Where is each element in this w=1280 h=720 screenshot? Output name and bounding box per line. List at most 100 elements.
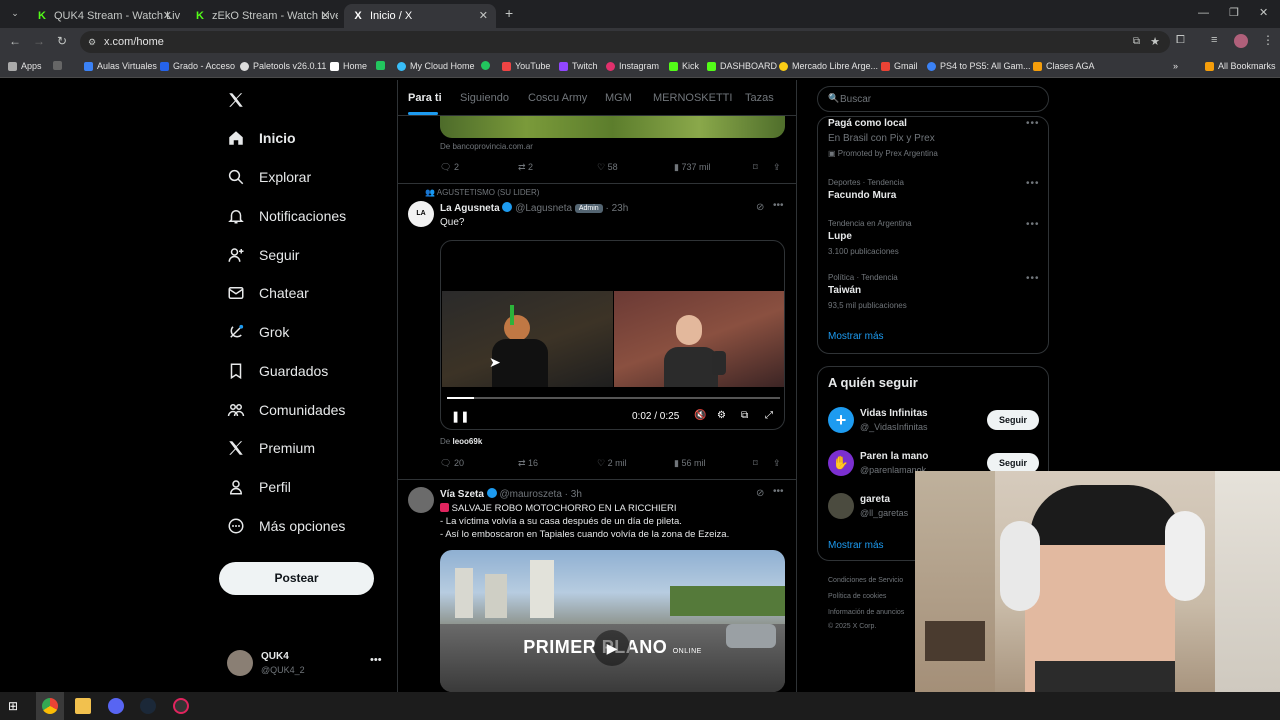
sidebar-item-notificaciones[interactable]: Notificaciones <box>227 207 346 225</box>
views-button[interactable]: ▮ 737 mil <box>674 162 710 173</box>
author-name[interactable]: Vía Szeta <box>440 489 484 500</box>
suggest-name[interactable]: Paren la mano <box>860 451 928 462</box>
trend-title[interactable]: Taiwán <box>828 285 861 296</box>
tweet-time[interactable]: 23h <box>612 203 629 214</box>
tweet-avatar[interactable] <box>408 487 434 513</box>
bookmark-mycloud[interactable]: My Cloud Home <box>397 61 475 71</box>
window-close-icon[interactable]: ✕ <box>1259 6 1268 19</box>
close-icon[interactable]: ✕ <box>479 9 488 22</box>
sidebar-item-más-opciones[interactable]: Más opciones <box>227 517 345 535</box>
footer-ads-info[interactable]: Información de anuncios <box>828 609 904 616</box>
promo-title[interactable]: Pagá como local <box>828 118 907 129</box>
bookmark-whatsapp[interactable] <box>481 61 494 70</box>
sidebar-item-premium[interactable]: Premium <box>227 439 315 457</box>
bookmark-icon[interactable]: ⌑ <box>753 458 758 469</box>
tab-zeko[interactable]: K zEkO Stream - Watch Live on K ✕ <box>186 4 338 28</box>
suggest-name[interactable]: Vidas Infinitas <box>860 408 928 419</box>
like-button[interactable]: ♡ 58 <box>597 162 618 173</box>
obs-icon[interactable] <box>173 698 189 714</box>
star-icon[interactable]: ★ <box>1150 31 1160 53</box>
video-progress-track[interactable] <box>447 397 780 399</box>
plus-avatar-icon[interactable]: + <box>828 407 854 433</box>
pause-icon[interactable]: ❚❚ <box>451 410 469 423</box>
author-handle[interactable]: @mauroszeta <box>499 489 561 500</box>
bookmark-ps4[interactable]: PS4 to PS5: All Gam... <box>927 61 1031 71</box>
sidebar-item-explorar[interactable]: Explorar <box>227 168 311 186</box>
sidebar-item-grok[interactable]: Grok <box>227 323 289 341</box>
bookmark-home[interactable]: Home <box>330 61 367 71</box>
video-player[interactable]: ❚❚ 0:02 / 0:25 🔇 ⚙ ⧉ ⤢ <box>440 240 785 430</box>
more-icon[interactable]: ••• <box>773 486 784 497</box>
play-icon[interactable]: ▶ <box>594 630 630 666</box>
follow-button[interactable]: Seguir <box>987 410 1039 430</box>
more-icon[interactable]: ••• <box>1026 118 1040 129</box>
author-handle[interactable]: @Lagusneta <box>515 203 572 214</box>
bookmark-twitch[interactable]: Twitch <box>559 61 598 71</box>
suggest-avatar[interactable] <box>828 493 854 519</box>
tweet-image[interactable] <box>440 116 785 138</box>
profile-avatar[interactable] <box>1234 34 1248 48</box>
tab-search-icon[interactable]: ⌄ <box>8 8 22 22</box>
trend-title[interactable]: Facundo Mura <box>828 190 896 201</box>
sidebar-item-perfil[interactable]: Perfil <box>227 478 291 496</box>
fullscreen-icon[interactable]: ⤢ <box>765 410 773 421</box>
author-name[interactable]: La Agusneta <box>440 203 500 214</box>
search-box[interactable]: 🔍 Buscar <box>817 86 1049 112</box>
reply-button[interactable]: 🗨 2 <box>440 162 459 173</box>
sidebar-item-comunidades[interactable]: Comunidades <box>227 401 345 419</box>
more-icon[interactable]: ••• <box>1026 178 1040 189</box>
restore-icon[interactable]: ❐ <box>1229 6 1239 19</box>
sidebar-item-inicio[interactable]: Inicio <box>227 129 296 147</box>
bookmark-grid[interactable] <box>53 61 66 70</box>
bookmark-grado[interactable]: Grado - Acceso <box>160 61 235 71</box>
sidebar-item-guardados[interactable]: Guardados <box>227 362 328 380</box>
follow-button[interactable]: Seguir <box>987 453 1039 473</box>
grok-icon[interactable]: ⊘ <box>756 202 764 213</box>
source-user[interactable]: leoo69k <box>452 437 482 446</box>
reload-icon[interactable]: ↻ <box>57 34 67 48</box>
repost-button[interactable]: ⇄ 2 <box>518 162 533 173</box>
pip-icon[interactable]: ⧉ <box>741 410 748 421</box>
mute-icon[interactable]: 🔇 <box>694 410 706 421</box>
windows-start-icon[interactable]: ⊞ <box>8 698 24 714</box>
sidebar-item-seguir[interactable]: Seguir <box>227 246 299 264</box>
tab-para-ti[interactable]: Para ti <box>408 92 442 104</box>
steam-icon[interactable] <box>140 698 156 714</box>
bookmark-evernote[interactable] <box>376 61 389 70</box>
minimize-icon[interactable]: — <box>1198 7 1209 19</box>
tweet-source[interactable]: De bancoprovincia.com.ar <box>440 142 533 151</box>
bookmark-mercadolibre[interactable]: Mercado Libre Arge... <box>779 61 878 71</box>
close-icon[interactable]: ✕ <box>321 9 330 22</box>
new-tab-button[interactable]: + <box>505 5 513 21</box>
footer-terms[interactable]: Condiciones de Servicio <box>828 577 903 584</box>
site-info-icon[interactable]: ⚙ <box>88 31 96 53</box>
hand-avatar-icon[interactable]: ✋ <box>828 450 854 476</box>
extensions-icon[interactable]: ⧠ <box>1176 34 1185 47</box>
repost-button[interactable]: ⇄ 16 <box>518 458 538 469</box>
tab-coscu-army[interactable]: Coscu Army <box>528 92 587 104</box>
bookmark-dashboard[interactable]: DASHBOARD <box>707 61 777 71</box>
share-icon[interactable]: ⇪ <box>773 162 781 173</box>
show-more-follow[interactable]: Mostrar más <box>828 540 884 551</box>
reply-button[interactable]: 🗨 20 <box>440 458 464 469</box>
discord-icon[interactable] <box>108 698 124 714</box>
trend-title[interactable]: Lupe <box>828 231 852 242</box>
all-bookmarks[interactable]: All Bookmarks <box>1205 61 1276 71</box>
bookmark-icon[interactable]: ⌑ <box>753 162 758 173</box>
close-icon[interactable]: ✕ <box>163 9 172 22</box>
bookmark-youtube[interactable]: YouTube <box>502 61 550 71</box>
sidebar-item-chatear[interactable]: Chatear <box>227 284 309 302</box>
bookmark-aulas[interactable]: Aulas Virtuales <box>84 61 157 71</box>
account-more-icon[interactable]: ••• <box>370 654 382 666</box>
tab-mernosketti[interactable]: MERNOSKETTI <box>653 92 732 104</box>
like-button[interactable]: ♡ 2 mil <box>597 458 627 469</box>
grok-icon[interactable]: ⊘ <box>756 488 764 499</box>
tab-inicio-x[interactable]: X Inicio / X ✕ <box>344 4 496 28</box>
account-avatar[interactable] <box>227 650 253 676</box>
tab-quk4[interactable]: K QUK4 Stream - Watch Live on K ✕ <box>28 4 180 28</box>
menu-icon[interactable]: ⋮ <box>1262 33 1274 47</box>
post-button[interactable]: Postear <box>219 562 374 595</box>
tab-tazas[interactable]: Tazas <box>745 92 774 104</box>
more-icon[interactable]: ••• <box>1026 273 1040 284</box>
show-more-trends[interactable]: Mostrar más <box>828 331 884 342</box>
